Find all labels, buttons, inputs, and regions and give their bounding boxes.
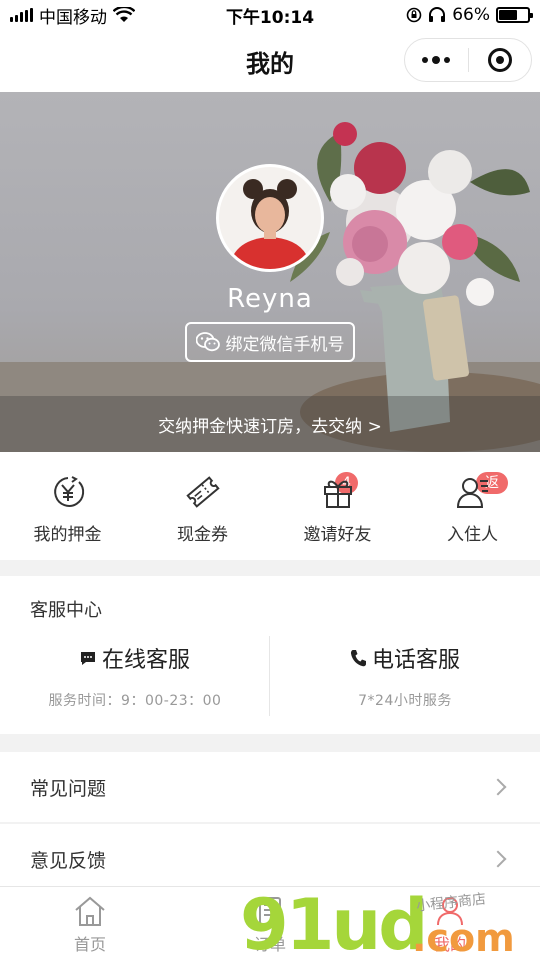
faq-label: 常见问题 xyxy=(30,777,107,800)
tab-orders[interactable]: 订单 xyxy=(180,887,360,960)
quick-menu: 我的押金 4 现金券 返现 邀请好友 入住人 xyxy=(0,452,540,560)
avatar-image xyxy=(219,167,321,269)
guest-icon xyxy=(456,478,488,508)
quick-label-invite: 邀请好友 xyxy=(303,525,372,545)
target-icon xyxy=(487,48,512,72)
bind-phone-label: 绑定微信手机号 xyxy=(225,334,345,355)
chevron-right-icon xyxy=(489,850,507,868)
tab-home-label: 首页 xyxy=(73,935,106,954)
quick-item-invite[interactable]: 返现 邀请好友 xyxy=(270,452,508,560)
online-service-button[interactable]: 在线客服 服务时间：9：00-23：00 xyxy=(0,642,270,710)
quick-label-deposit: 我的押金 xyxy=(33,525,102,545)
status-time: 下午10:14 xyxy=(225,7,315,28)
quick-item-guests[interactable]: 入住人 xyxy=(405,452,540,560)
gift-icon xyxy=(323,480,352,508)
carrier-label: 中国移动 xyxy=(39,7,107,28)
status-left: 中国移动 xyxy=(10,3,210,28)
username: Reyna xyxy=(227,284,313,314)
user-icon xyxy=(437,897,463,926)
more-dots-icon xyxy=(422,56,451,64)
home-icon xyxy=(75,896,105,926)
quick-label-guests: 入住人 xyxy=(447,525,498,545)
miniprogram-capsule xyxy=(404,38,532,82)
service-center-title: 客服中心 xyxy=(30,600,102,621)
tab-orders-label: 订单 xyxy=(253,935,286,954)
chevron-right-icon xyxy=(489,778,507,796)
tab-mine[interactable]: 我的 xyxy=(360,887,540,960)
phone-service-label: 电话客服 xyxy=(371,648,460,673)
bind-phone-button[interactable]: 绑定微信手机号 xyxy=(185,322,355,362)
tab-mine-label: 我的 xyxy=(433,935,466,954)
orientation-lock-icon xyxy=(406,7,422,23)
close-miniprogram-button[interactable] xyxy=(469,39,532,81)
avatar[interactable] xyxy=(216,164,324,272)
wechat-icon xyxy=(195,332,220,352)
online-service-hours: 服务时间：9：00-23：00 xyxy=(48,693,222,709)
chat-bubble-icon xyxy=(80,652,95,665)
quick-item-deposit[interactable]: 我的押金 xyxy=(0,452,135,560)
deposit-banner-text: 交纳押金快速订房，去交纳 > xyxy=(158,416,382,437)
order-icon xyxy=(259,897,281,925)
list-item-faq[interactable]: 常见问题 xyxy=(0,752,540,822)
more-button[interactable] xyxy=(405,39,468,81)
wifi-icon xyxy=(113,7,135,22)
headphones-icon xyxy=(429,7,446,22)
status-right: 66% xyxy=(330,5,533,25)
phone-service-button[interactable]: 电话客服 7*24小时服务 xyxy=(270,642,540,710)
quick-item-coupon[interactable]: 4 现金券 xyxy=(135,452,358,560)
status-bar: 中国移动 下午10:14 66% xyxy=(0,0,540,30)
ticket-icon xyxy=(185,476,220,508)
battery-percent: 66% xyxy=(452,5,490,25)
page-title: 我的 xyxy=(246,49,294,78)
feedback-label: 意见反馈 xyxy=(30,849,107,872)
profile-header: Reyna 绑定微信手机号 交纳押金快速订房，去交纳 > xyxy=(0,92,540,452)
nav-bar: 我的 xyxy=(0,30,540,92)
deposit-banner[interactable]: 交纳押金快速订房，去交纳 > xyxy=(0,396,540,452)
online-service-label: 在线客服 xyxy=(101,648,190,673)
yuan-icon xyxy=(53,476,84,507)
battery-icon xyxy=(496,7,533,23)
tab-bar: 首页 订单 我的 xyxy=(0,886,540,960)
service-center: 客服中心 在线客服 服务时间：9：00-23：00 电话客服 7*24小时服务 xyxy=(0,576,540,734)
quick-label-coupon: 现金券 xyxy=(177,525,228,545)
tab-home[interactable]: 首页 xyxy=(0,887,180,960)
battery-level xyxy=(499,10,518,20)
phone-service-hours: 7*24小时服务 xyxy=(358,693,452,709)
list-item-feedback[interactable]: 意见反馈 xyxy=(0,824,540,894)
phone-icon xyxy=(350,650,366,667)
signal-icon xyxy=(10,8,33,22)
